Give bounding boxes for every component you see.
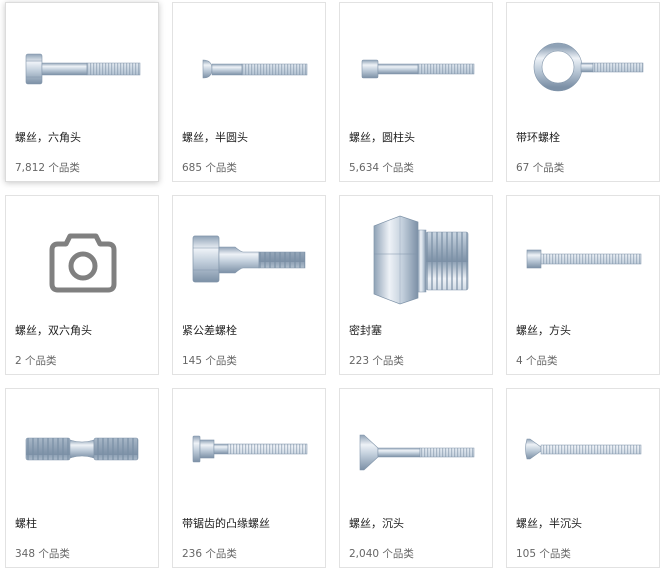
category-name: 螺丝，半圆头: [182, 131, 248, 144]
category-name: 螺丝，半沉头: [516, 517, 582, 530]
category-name: 螺丝，方头: [516, 324, 571, 337]
category-name: 紧公差螺栓: [182, 324, 237, 337]
category-count: 4 个品类: [516, 355, 558, 367]
serrated-flange-screw-icon: [179, 395, 321, 503]
category-name: 螺丝，双六角头: [15, 324, 92, 337]
category-count: 2 个品类: [15, 355, 57, 367]
category-name: 螺柱: [15, 517, 37, 530]
category-count: 105 个品类: [516, 548, 571, 560]
sealing-plug-icon: [346, 202, 488, 310]
category-count: 685 个品类: [182, 162, 237, 174]
category-name: 密封塞: [349, 324, 382, 337]
category-card-double-hex-head-screw[interactable]: 螺丝，双六角头 2 个品类: [5, 195, 159, 375]
stud-bolt-icon: [12, 395, 154, 503]
category-card-countersunk-screw[interactable]: 螺丝，沉头 2,040 个品类: [339, 388, 493, 568]
hex-head-bolt-icon: [12, 9, 154, 117]
square-head-screw-icon: [513, 202, 655, 310]
category-card-hex-head-screw[interactable]: 螺丝，六角头 7,812 个品类: [5, 2, 159, 182]
category-card-stud-bolt[interactable]: 螺柱 348 个品类: [5, 388, 159, 568]
raised-countersunk-screw-icon: [513, 395, 655, 503]
category-count: 67 个品类: [516, 162, 565, 174]
category-count: 5,634 个品类: [349, 162, 414, 174]
category-card-eye-bolt[interactable]: 带环螺栓 67 个品类: [506, 2, 660, 182]
button-head-screw-icon: [179, 9, 321, 117]
category-name: 螺丝，圆柱头: [349, 131, 415, 144]
category-card-tight-tolerance-bolt[interactable]: 紧公差螺栓 145 个品类: [172, 195, 326, 375]
category-count: 145 个品类: [182, 355, 237, 367]
category-count: 223 个品类: [349, 355, 404, 367]
category-card-cylinder-head-screw[interactable]: 螺丝，圆柱头 5,634 个品类: [339, 2, 493, 182]
category-card-square-head-screw[interactable]: 螺丝，方头 4 个品类: [506, 195, 660, 375]
category-card-button-head-screw[interactable]: 螺丝，半圆头 685 个品类: [172, 2, 326, 182]
tight-tolerance-bolt-icon: [179, 202, 321, 310]
category-name: 带锯齿的凸缘螺丝: [182, 517, 270, 530]
category-name: 螺丝，六角头: [15, 131, 81, 144]
category-card-sealing-plug[interactable]: 密封塞 223 个品类: [339, 195, 493, 375]
category-name: 带环螺栓: [516, 131, 560, 144]
category-count: 7,812 个品类: [15, 162, 80, 174]
category-card-raised-countersunk-screw[interactable]: 螺丝，半沉头 105 个品类: [506, 388, 660, 568]
countersunk-screw-icon: [346, 395, 488, 503]
product-category-grid: 螺丝，六角头 7,812 个品类 螺丝，半圆头 685 个品类 螺丝，圆柱头 5…: [5, 2, 661, 568]
category-count: 2,040 个品类: [349, 548, 414, 560]
eye-bolt-icon: [513, 9, 655, 117]
cylinder-head-screw-icon: [346, 9, 488, 117]
category-card-serrated-flange-screw[interactable]: 带锯齿的凸缘螺丝 236 个品类: [172, 388, 326, 568]
category-name: 螺丝，沉头: [349, 517, 404, 530]
category-count: 348 个品类: [15, 548, 70, 560]
category-count: 236 个品类: [182, 548, 237, 560]
camera-placeholder-icon: [12, 202, 154, 310]
